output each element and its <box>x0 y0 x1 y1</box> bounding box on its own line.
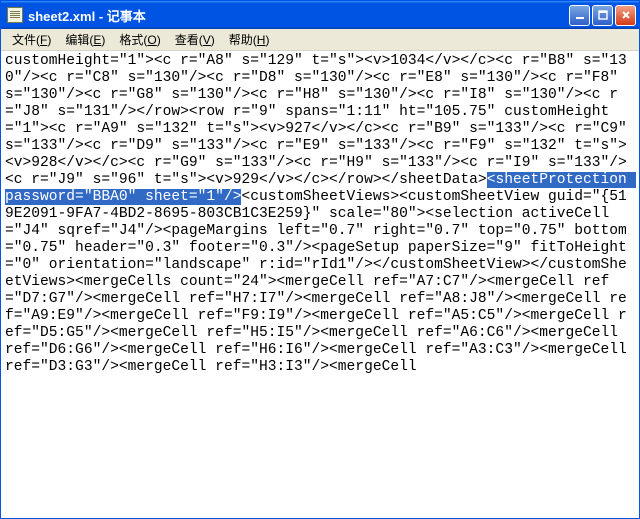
menu-view-label: 查看 <box>175 33 199 47</box>
window-control-buttons <box>569 5 636 26</box>
text-area[interactable]: customHeight="1"><c r="A8" s="129" t="s"… <box>1 51 639 518</box>
text-before-selection: customHeight="1"><c r="A8" s="129" t="s"… <box>5 53 636 188</box>
menu-view[interactable]: 查看(V) <box>168 29 222 50</box>
maximize-icon <box>598 10 608 20</box>
menu-bar: 文件(F) 编辑(E) 格式(O) 查看(V) 帮助(H) <box>1 29 639 51</box>
title-bar[interactable]: sheet2.xml - 记事本 <box>1 1 639 29</box>
notepad-window: sheet2.xml - 记事本 文件(F) 编辑(E) 格式(O) 查看(V)… <box>0 0 640 519</box>
menu-format-accel: O <box>147 33 156 47</box>
menu-edit[interactable]: 编辑(E) <box>58 29 112 50</box>
menu-format-label: 格式 <box>119 33 143 47</box>
close-icon <box>621 10 631 20</box>
menu-help-accel: H <box>257 33 266 47</box>
menu-help[interactable]: 帮助(H) <box>222 29 277 50</box>
menu-file[interactable]: 文件(F) <box>5 29 58 50</box>
maximize-button[interactable] <box>592 5 613 26</box>
window-title: sheet2.xml - 记事本 <box>28 6 569 25</box>
minimize-icon <box>575 10 585 20</box>
menu-edit-accel: E <box>93 33 101 47</box>
menu-edit-label: 编辑 <box>65 33 89 47</box>
minimize-button[interactable] <box>569 5 590 26</box>
close-button[interactable] <box>615 5 636 26</box>
notepad-app-icon <box>7 7 23 23</box>
menu-file-accel: F <box>40 33 47 47</box>
menu-view-accel: V <box>203 33 211 47</box>
menu-format[interactable]: 格式(O) <box>112 29 167 50</box>
menu-file-label: 文件 <box>12 33 36 47</box>
menu-help-label: 帮助 <box>229 33 253 47</box>
text-after-selection: <customSheetViews><customSheetView guid=… <box>5 189 636 375</box>
